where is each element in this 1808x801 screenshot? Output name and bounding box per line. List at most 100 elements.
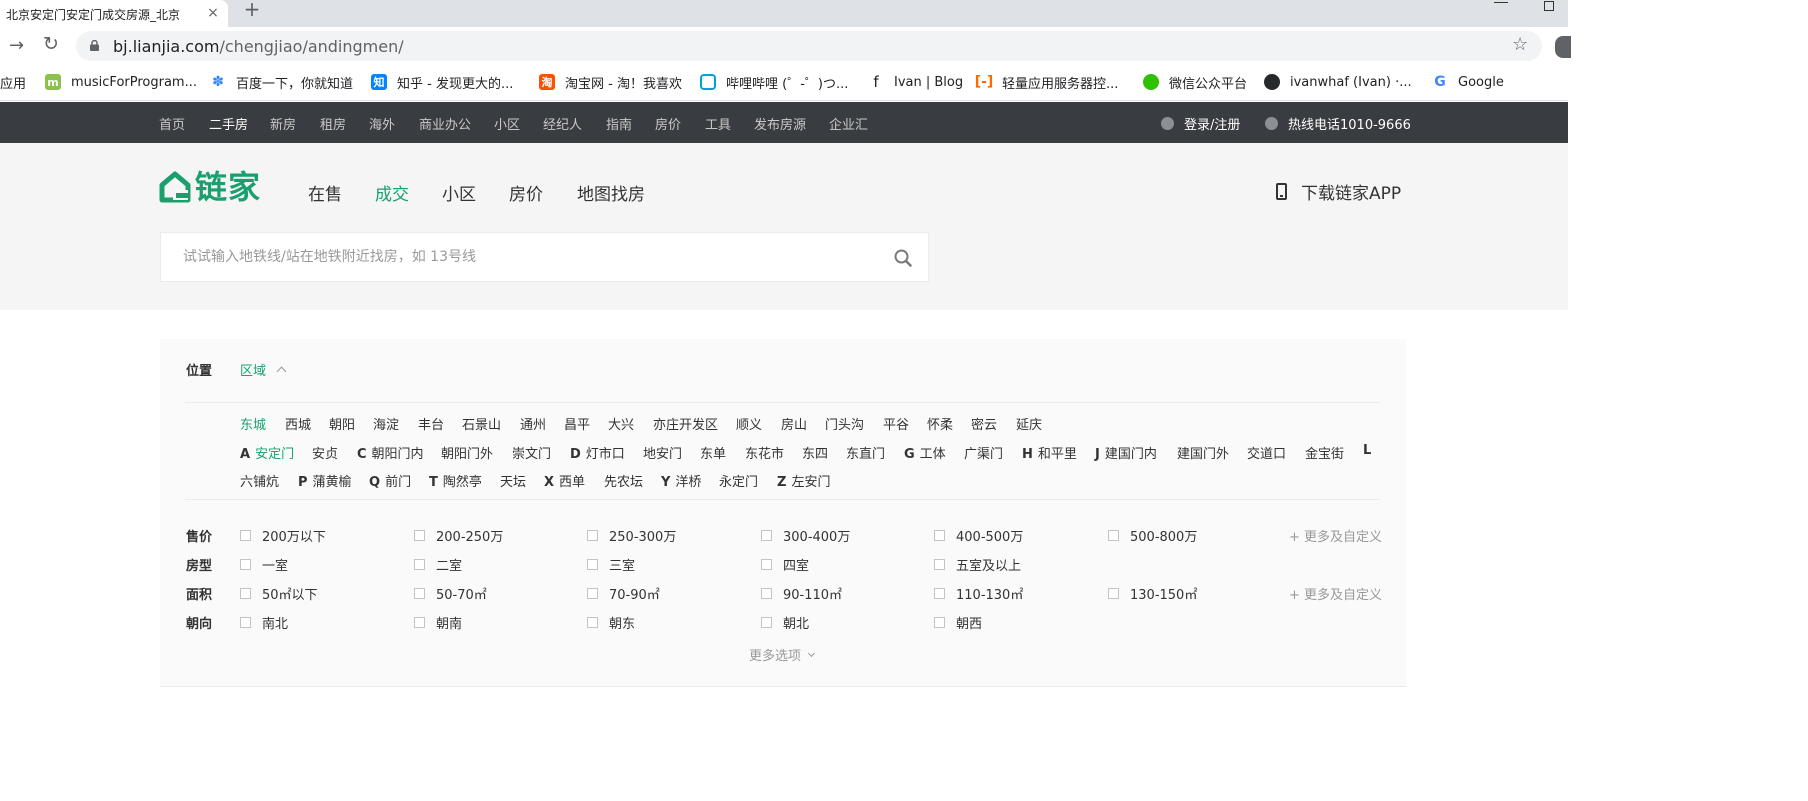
bookmark-taobao[interactable]: 淘 淘宝网 - 淘！我喜欢 bbox=[539, 73, 682, 92]
checkbox[interactable] bbox=[934, 530, 945, 541]
lock-icon[interactable] bbox=[90, 40, 99, 51]
checkbox[interactable] bbox=[761, 530, 772, 541]
checkbox[interactable] bbox=[414, 530, 425, 541]
bookmark-google[interactable]: G Google bbox=[1432, 73, 1504, 91]
district-huairou[interactable]: 怀柔 bbox=[927, 414, 953, 433]
subarea-jianguomenwai[interactable]: 建国门外 bbox=[1177, 443, 1229, 462]
subarea-hepingli[interactable]: H 和平里 bbox=[1022, 443, 1077, 462]
room-option[interactable]: 一室 bbox=[240, 555, 288, 574]
subarea-anzhen[interactable]: 安贞 bbox=[312, 443, 338, 462]
area-option[interactable]: 90-110㎡ bbox=[761, 584, 842, 603]
subarea-liupukang[interactable]: 六铺炕 bbox=[240, 471, 279, 490]
checkbox[interactable] bbox=[240, 588, 251, 599]
district-miyun[interactable]: 密云 bbox=[971, 414, 997, 433]
orientation-option[interactable]: 朝西 bbox=[934, 613, 982, 632]
district-fangshan[interactable]: 房山 bbox=[781, 414, 807, 433]
orientation-option[interactable]: 朝北 bbox=[761, 613, 809, 632]
checkbox[interactable] bbox=[414, 617, 425, 628]
district-fengtai[interactable]: 丰台 bbox=[418, 414, 444, 433]
subarea-tiantan[interactable]: 天坛 bbox=[500, 471, 526, 490]
district-daxing[interactable]: 大兴 bbox=[608, 414, 634, 433]
district-shijingshan[interactable]: 石景山 bbox=[462, 414, 501, 433]
sitenav-item-community[interactable]: 小区 bbox=[494, 114, 520, 133]
sitenav-item-price[interactable]: 房价 bbox=[655, 114, 681, 133]
mainnav-item-map[interactable]: 地图找房 bbox=[577, 180, 645, 205]
district-haidian[interactable]: 海淀 bbox=[373, 414, 399, 433]
subarea-dianmen[interactable]: 地安门 bbox=[643, 443, 682, 462]
bookmark-bilibili[interactable]: 哔哩哔哩 (゜-゜)つ... bbox=[700, 73, 848, 92]
district-xicheng[interactable]: 西城 bbox=[285, 414, 311, 433]
orientation-option[interactable]: 南北 bbox=[240, 613, 288, 632]
bookmark-star-icon[interactable]: ☆ bbox=[1512, 34, 1528, 55]
subarea-dengshikou[interactable]: D 灯市口 bbox=[570, 443, 625, 462]
checkbox[interactable] bbox=[240, 559, 251, 570]
checkbox[interactable] bbox=[240, 617, 251, 628]
checkbox[interactable] bbox=[587, 530, 598, 541]
region-toggle[interactable]: 区域 bbox=[240, 360, 287, 379]
area-option[interactable]: 50-70㎡ bbox=[414, 584, 487, 603]
bookmark-apps[interactable]: 应用 bbox=[0, 73, 26, 92]
profile-avatar-icon[interactable] bbox=[1555, 36, 1571, 58]
subarea-jiaodaokou[interactable]: 交道口 bbox=[1247, 443, 1286, 462]
subarea-yangqiao[interactable]: Y 洋桥 bbox=[661, 471, 701, 490]
sitenav-item-tools[interactable]: 工具 bbox=[705, 114, 731, 133]
area-option[interactable]: 70-90㎡ bbox=[587, 584, 660, 603]
mainnav-item-community[interactable]: 小区 bbox=[442, 180, 476, 205]
forward-arrow-icon[interactable]: → bbox=[9, 35, 24, 56]
sitenav-item-guide[interactable]: 指南 bbox=[606, 114, 632, 133]
district-mentougou[interactable]: 门头沟 bbox=[825, 414, 864, 433]
district-tongzhou[interactable]: 通州 bbox=[520, 414, 546, 433]
bookmark-github[interactable]: ivanwhaf (Ivan) ·... bbox=[1264, 73, 1412, 91]
sitenav-item-enterprise[interactable]: 企业汇 bbox=[829, 114, 868, 133]
sitenav-item-commercial[interactable]: 商业办公 bbox=[419, 114, 471, 133]
checkbox[interactable] bbox=[761, 559, 772, 570]
url-text[interactable]: bj.lianjia.com/chengjiao/andingmen/ bbox=[113, 37, 404, 56]
room-option[interactable]: 五室及以上 bbox=[934, 555, 1021, 574]
login-link[interactable]: 登录/注册 bbox=[1161, 114, 1240, 133]
lianjia-logo[interactable]: 链家 bbox=[159, 169, 261, 205]
orientation-option[interactable]: 朝南 bbox=[414, 613, 462, 632]
subarea-andingmen[interactable]: A 安定门 bbox=[240, 443, 294, 462]
checkbox[interactable] bbox=[934, 617, 945, 628]
search-input[interactable] bbox=[183, 249, 783, 265]
bookmark-musicforprogramming[interactable]: m musicForProgram... bbox=[45, 73, 197, 91]
price-custom-link[interactable]: + 更多及自定义 bbox=[1289, 526, 1382, 545]
checkbox[interactable] bbox=[414, 559, 425, 570]
price-option[interactable]: 300-400万 bbox=[761, 526, 850, 545]
subarea-dongzhimen[interactable]: 东直门 bbox=[846, 443, 885, 462]
subarea-jianguomennei[interactable]: J 建国门内 bbox=[1095, 443, 1157, 462]
more-options-toggle[interactable]: 更多选项 bbox=[749, 645, 816, 664]
search-icon[interactable] bbox=[894, 249, 912, 267]
new-tab-icon[interactable]: + bbox=[243, 0, 261, 20]
mainnav-item-onsale[interactable]: 在售 bbox=[308, 180, 342, 205]
checkbox[interactable] bbox=[587, 617, 598, 628]
checkbox[interactable] bbox=[414, 588, 425, 599]
subarea-dongdan[interactable]: 东单 bbox=[700, 443, 726, 462]
subarea-puhuangyu[interactable]: P 蒲黄榆 bbox=[298, 471, 352, 490]
download-app-link[interactable]: 下载链家APP bbox=[1276, 179, 1401, 204]
district-yizhuang[interactable]: 亦庄开发区 bbox=[653, 414, 718, 433]
checkbox[interactable] bbox=[587, 559, 598, 570]
browser-tab[interactable]: 北京安定门安定门成交房源_北京 × bbox=[0, 0, 228, 27]
area-option[interactable]: 50㎡以下 bbox=[240, 584, 318, 603]
subarea-chaoyangmennei[interactable]: C 朝阳门内 bbox=[357, 443, 424, 462]
checkbox[interactable] bbox=[934, 588, 945, 599]
checkbox[interactable] bbox=[761, 588, 772, 599]
subarea-xiannongtan[interactable]: 先农坛 bbox=[604, 471, 643, 490]
price-option[interactable]: 500-800万 bbox=[1108, 526, 1197, 545]
price-option[interactable]: 200万以下 bbox=[240, 526, 326, 545]
checkbox[interactable] bbox=[761, 617, 772, 628]
checkbox[interactable] bbox=[934, 559, 945, 570]
close-tab-icon[interactable]: × bbox=[205, 3, 221, 23]
checkbox[interactable] bbox=[587, 588, 598, 599]
subarea-yongdingmen[interactable]: 永定门 bbox=[719, 471, 758, 490]
district-changping[interactable]: 昌平 bbox=[564, 414, 590, 433]
sitenav-item-secondhand[interactable]: 二手房 bbox=[209, 114, 248, 133]
area-option[interactable]: 110-130㎡ bbox=[934, 584, 1023, 603]
district-pinggu[interactable]: 平谷 bbox=[883, 414, 909, 433]
bookmark-baidu[interactable]: ✽ 百度一下，你就知道 bbox=[210, 73, 353, 92]
bookmark-ivan-blog[interactable]: f Ivan | Blog bbox=[868, 73, 963, 91]
bookmark-zhihu[interactable]: 知 知乎 - 发现更大的... bbox=[371, 73, 513, 92]
district-yanqing[interactable]: 延庆 bbox=[1016, 414, 1042, 433]
address-bar[interactable]: bj.lianjia.com/chengjiao/andingmen/ ☆ bbox=[76, 31, 1542, 61]
